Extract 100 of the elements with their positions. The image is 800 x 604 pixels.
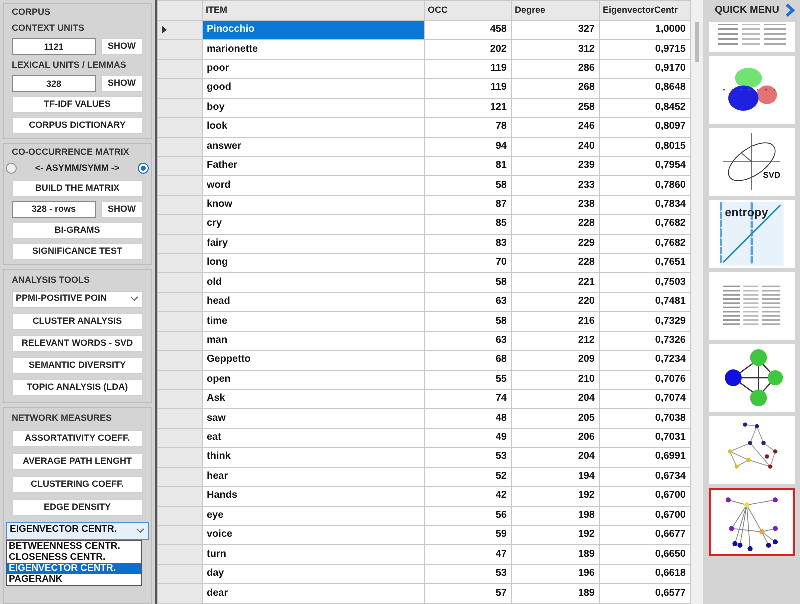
column-header[interactable]: Degree [512, 0, 600, 20]
table-row[interactable]: good 119 268 0,8648 [158, 78, 690, 98]
radio-button[interactable] [6, 163, 17, 174]
action-button[interactable]: TOPIC ANALYSIS (LDA) [12, 378, 143, 396]
toggle-label: <- ASYMM/SYMM -> [35, 162, 120, 175]
action-button[interactable]: RELEVANT WORDS - SVD [12, 334, 143, 352]
action-button[interactable]: BI-GRAMS [12, 222, 143, 238]
table-row[interactable]: cry 85 228 0,7682 [158, 214, 690, 234]
action-button[interactable]: AVERAGE PATH LENGHT [12, 452, 143, 470]
action-button[interactable]: CORPUS DICTIONARY [12, 117, 143, 134]
table-row[interactable]: marionette 202 312 0,9715 [158, 40, 690, 60]
table-cell: 0,7031 [600, 428, 690, 448]
dropdown-option[interactable]: CLOSENESS CENTR. [7, 552, 141, 562]
table-row[interactable]: know 87 238 0,7834 [158, 195, 690, 215]
table-row[interactable]: turn 47 189 0,6650 [158, 544, 690, 564]
action-button[interactable]: SHOW [101, 200, 143, 218]
action-button[interactable]: BUILD THE MATRIX [12, 180, 143, 196]
chevron-right-icon[interactable] [785, 4, 796, 17]
table-cell: think [202, 448, 424, 468]
value-field[interactable]: 1121 [12, 38, 96, 55]
dropdown-option[interactable]: PAGERANK [7, 574, 141, 584]
table-row[interactable]: fairy 83 229 0,7682 [158, 234, 690, 254]
table-row[interactable]: eye 56 198 0,6700 [158, 506, 690, 526]
table-cell: 58 [424, 272, 512, 292]
table-row[interactable]: open 55 210 0,7076 [158, 370, 690, 390]
table-row[interactable]: word 58 233 0,7860 [158, 176, 690, 196]
action-button[interactable]: TF-IDF VALUES [12, 96, 143, 113]
action-button[interactable]: ASSORTATIVITY COEFF. [12, 430, 143, 446]
table-cell: 0,7954 [600, 156, 690, 176]
table-cell: 0,8097 [600, 118, 690, 138]
table-cell: 220 [512, 292, 600, 312]
table-cell: 53 [424, 448, 512, 468]
table-row[interactable]: Hands 42 192 0,6700 [158, 486, 690, 506]
table-row[interactable]: Pinocchio 458 327 1,0000 [158, 20, 690, 40]
scrollbar-thumb[interactable] [695, 22, 699, 62]
radio-button[interactable] [138, 163, 149, 174]
table-cell: 81 [424, 156, 512, 176]
table-row[interactable]: boy 121 258 0,8452 [158, 98, 690, 118]
table-cell: 42 [424, 486, 512, 506]
table-cell: 210 [512, 370, 600, 390]
table-cell: boy [202, 98, 424, 118]
column-header[interactable]: EigenvectorCentr [600, 0, 690, 20]
table-row[interactable]: answer 94 240 0,8015 [158, 137, 690, 156]
table-cell: 0,7503 [600, 272, 690, 292]
table-row[interactable]: head 63 220 0,7481 [158, 292, 690, 312]
column-header[interactable]: ITEM [202, 0, 424, 20]
table-cell: head [202, 292, 424, 312]
action-button[interactable]: SIGNIFICANCE TEST [12, 242, 143, 260]
table-row[interactable]: dear 57 189 0,6577 [158, 584, 690, 604]
table-cell: 0,7834 [600, 195, 690, 215]
table-row[interactable]: eat 49 206 0,7031 [158, 428, 690, 448]
table-row[interactable]: man 63 212 0,7326 [158, 331, 690, 351]
action-button[interactable]: SEMANTIC DIVERSITY [12, 356, 143, 374]
row-pointer-icon [162, 26, 167, 34]
table-row[interactable]: saw 48 205 0,7038 [158, 408, 690, 428]
table-cell: 204 [512, 390, 600, 409]
dropdown-option[interactable]: EIGENVECTOR CENTR. [7, 562, 141, 574]
method-dropdown[interactable]: PPMI-POSITIVE POIN [12, 290, 143, 308]
table-row[interactable]: hear 52 194 0,6734 [158, 467, 690, 487]
table-cell: 0,7326 [600, 331, 690, 351]
table-row[interactable]: think 53 204 0,6991 [158, 448, 690, 468]
action-button[interactable]: CLUSTERING COEFF. [12, 476, 143, 492]
table-row[interactable]: time 58 216 0,7329 [158, 312, 690, 332]
table-cell: 189 [512, 544, 600, 564]
quick-menu-tile[interactable] [708, 488, 794, 556]
table-row[interactable]: Geppetto 68 209 0,7234 [158, 350, 690, 370]
value-field[interactable]: 328 - rows [12, 200, 96, 218]
quick-menu-tile[interactable]: SVD [708, 128, 794, 196]
table-cell: 48 [424, 408, 512, 428]
table-cell: 189 [512, 584, 600, 604]
table-cell: 78 [424, 118, 512, 138]
action-button[interactable]: SHOW [101, 75, 143, 92]
quick-menu-tile[interactable] [708, 56, 794, 124]
table-row[interactable]: long 70 228 0,7651 [158, 254, 690, 273]
table-cell: 202 [424, 40, 512, 60]
action-button[interactable]: CLUSTER ANALYSIS [12, 312, 143, 330]
table-row[interactable]: Ask 74 204 0,7074 [158, 390, 690, 409]
quick-menu-tile[interactable] [708, 22, 794, 52]
table-row[interactable]: look 78 246 0,8097 [158, 118, 690, 138]
table-cell: 52 [424, 467, 512, 487]
quick-menu-tile[interactable] [708, 344, 794, 412]
action-button[interactable]: SHOW [101, 38, 143, 55]
table-row[interactable]: poor 119 286 0,9170 [158, 59, 690, 79]
quick-menu-tile[interactable] [708, 272, 794, 340]
table-row[interactable]: old 58 221 0,7503 [158, 272, 690, 292]
value-field[interactable]: 328 [12, 75, 96, 92]
table-row[interactable]: Father 81 239 0,7954 [158, 156, 690, 176]
table-cell: hear [202, 467, 424, 487]
table-row[interactable]: voice 59 192 0,6677 [158, 525, 690, 545]
measure-dropdown[interactable]: EIGENVECTOR CENTR. [6, 522, 149, 540]
dropdown-option[interactable]: BETWEENNESS CENTR. [7, 540, 141, 552]
quick-menu-tile[interactable]: entropy [708, 200, 794, 268]
table-row[interactable]: day 53 196 0,6618 [158, 564, 690, 584]
table-cell: 221 [512, 272, 600, 292]
action-button[interactable]: EDGE DENSITY [12, 498, 143, 516]
quick-menu-tile[interactable] [708, 416, 794, 484]
table-cell: 70 [424, 254, 512, 273]
table-cell: time [202, 312, 424, 332]
table-cell: old [202, 272, 424, 292]
column-header[interactable]: OCC [424, 0, 512, 20]
